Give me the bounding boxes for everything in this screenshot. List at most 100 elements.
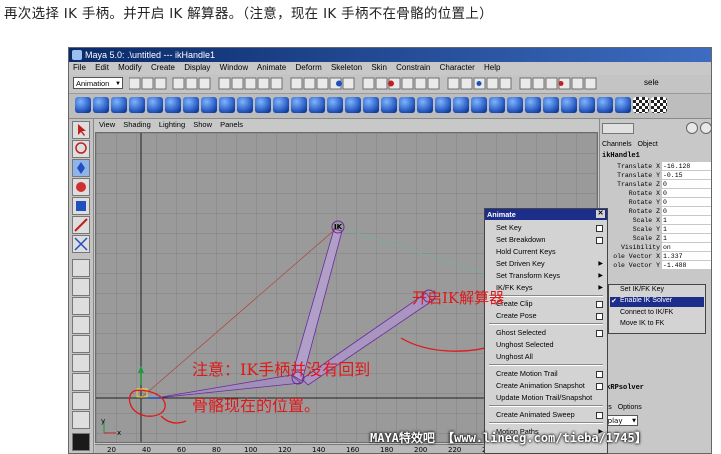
menu-item-update-motion-trail[interactable]: Update Motion Trail/Snapshot [496,393,592,402]
detach-icon[interactable] [453,97,469,113]
reduce-icon[interactable] [525,97,541,113]
option-box-icon[interactable] [596,383,603,390]
channel-row[interactable]: Visibility on [602,243,711,252]
revolve-icon[interactable] [327,97,343,113]
menu-modify[interactable]: Modify [118,63,142,72]
channel-row[interactable]: Scale X1 [602,216,711,225]
select-tool-icon[interactable] [72,121,90,139]
status-field[interactable]: sele [644,78,659,87]
smooth-icon[interactable] [507,97,523,113]
quadrangulate-icon[interactable] [561,97,577,113]
move-tool-icon[interactable] [72,159,90,177]
option-box-icon[interactable] [596,313,603,320]
channel-row[interactable]: Translate Y -0.15 [602,171,711,180]
channel-row[interactable]: ole Vector X 1.337 [602,252,711,261]
poly-cylinder-icon[interactable] [219,97,235,113]
close-icon[interactable]: ✕ [596,210,605,218]
extrude-icon[interactable] [291,97,307,113]
layout-list-icon[interactable] [72,411,90,429]
separate-icon[interactable] [489,97,505,113]
sphere-icon[interactable] [75,97,91,113]
node-name[interactable]: ikHandle1 [602,152,640,160]
boundary-icon[interactable] [381,97,397,113]
trim-icon[interactable] [417,97,433,113]
tool-settings-icon[interactable] [700,122,711,134]
menu-character[interactable]: Character [440,63,475,72]
bevel-poly-icon[interactable] [615,97,631,113]
layout-split-icon[interactable] [72,335,90,353]
panel-menu-view[interactable]: View [99,120,115,129]
menu-window[interactable]: Window [220,63,248,72]
menu-item-set-driven-key[interactable]: Set Driven Key [496,259,545,268]
layout-toggle-icon[interactable] [602,123,634,134]
layout-four-icon[interactable] [72,278,90,296]
menu-item-ghost-selected[interactable]: Ghost Selected [496,328,546,337]
attach-icon[interactable] [435,97,451,113]
plane-icon[interactable] [147,97,163,113]
menu-skeleton[interactable]: Skeleton [331,63,362,72]
poly-cube-icon[interactable] [201,97,217,113]
option-box-icon[interactable] [596,371,603,378]
menu-item-connect-to-ikfk[interactable]: Connect to IK/FK [620,309,673,316]
channel-row[interactable]: Rotate X0 [602,189,711,198]
layout-graph-icon[interactable] [72,373,90,391]
torus-icon[interactable] [165,97,181,113]
menu-animate[interactable]: Animate [257,63,286,72]
menu-constrain[interactable]: Constrain [396,63,430,72]
menu-item-set-transform-keys[interactable]: Set Transform Keys [496,271,560,280]
channel-row[interactable]: ole Vector Y -1.488 [602,261,711,270]
scale-tool-icon[interactable] [72,197,90,215]
split-icon[interactable] [597,97,613,113]
layout-hypergraph-icon[interactable] [72,392,90,410]
menu-deform[interactable]: Deform [296,63,322,72]
channel-row[interactable]: Translate Z0 [602,180,711,189]
menu-item-create-pose[interactable]: Create Pose [496,311,537,320]
planar-icon[interactable] [363,97,379,113]
panel-menu-shading[interactable]: Shading [123,120,151,129]
cone-icon[interactable] [129,97,145,113]
rotate-tool-icon[interactable] [72,178,90,196]
tab-channels[interactable]: Channels [602,141,632,148]
status-tool-icons[interactable] [129,77,629,91]
layout-outliner-icon[interactable] [72,354,90,372]
menu-edit[interactable]: Edit [95,63,109,72]
cylinder-icon[interactable] [111,97,127,113]
solver-name[interactable]: ikRPsolver [602,384,644,392]
channel-row[interactable]: Rotate Y0 [602,198,711,207]
attribute-editor-icon[interactable] [686,122,698,134]
option-box-icon[interactable] [596,301,603,308]
poly-sphere-icon[interactable] [183,97,199,113]
layout-grid-icon[interactable] [72,297,90,315]
menu-file[interactable]: File [73,63,86,72]
soft-mod-tool-icon[interactable] [72,235,90,253]
menu-display[interactable]: Display [184,63,210,72]
mode-selector[interactable]: Animation ▼ [73,77,123,89]
menu-item-enable-ik-solver[interactable]: Enable IK Solver [620,297,672,304]
channel-row[interactable]: Scale Y1 [602,225,711,234]
menu-item-move-ik-to-fk[interactable]: Move IK to FK [620,320,664,327]
extrude-face-icon[interactable] [579,97,595,113]
checker-2-icon[interactable] [651,97,667,113]
animate-menu-title[interactable]: Animate ✕ [485,209,607,220]
combine-icon[interactable] [471,97,487,113]
option-box-icon[interactable] [596,225,603,232]
poly-torus-icon[interactable] [273,97,289,113]
menu-item-create-animated-sweep[interactable]: Create Animated Sweep [496,410,575,419]
menu-item-unghost-selected[interactable]: Unghost Selected [496,340,554,349]
menu-item-set-breakdown[interactable]: Set Breakdown [496,235,546,244]
checker-icon[interactable] [633,97,649,113]
menu-item-create-animation-snapshot[interactable]: Create Animation Snapshot [496,381,585,390]
poly-cone-icon[interactable] [237,97,253,113]
loft-icon[interactable] [309,97,325,113]
bevel-icon[interactable] [345,97,361,113]
channel-row[interactable]: Scale Z1 [602,234,711,243]
cube-icon[interactable] [93,97,109,113]
birail-icon[interactable] [399,97,415,113]
panel-menu-lighting[interactable]: Lighting [159,120,185,129]
option-box-icon[interactable] [596,330,603,337]
poly-plane-icon[interactable] [255,97,271,113]
manipulator-tool-icon[interactable] [72,216,90,234]
panel-menu-panels[interactable]: Panels [220,120,243,129]
menu-help[interactable]: Help [484,63,500,72]
layer-tab-options[interactable]: Options [618,404,642,411]
